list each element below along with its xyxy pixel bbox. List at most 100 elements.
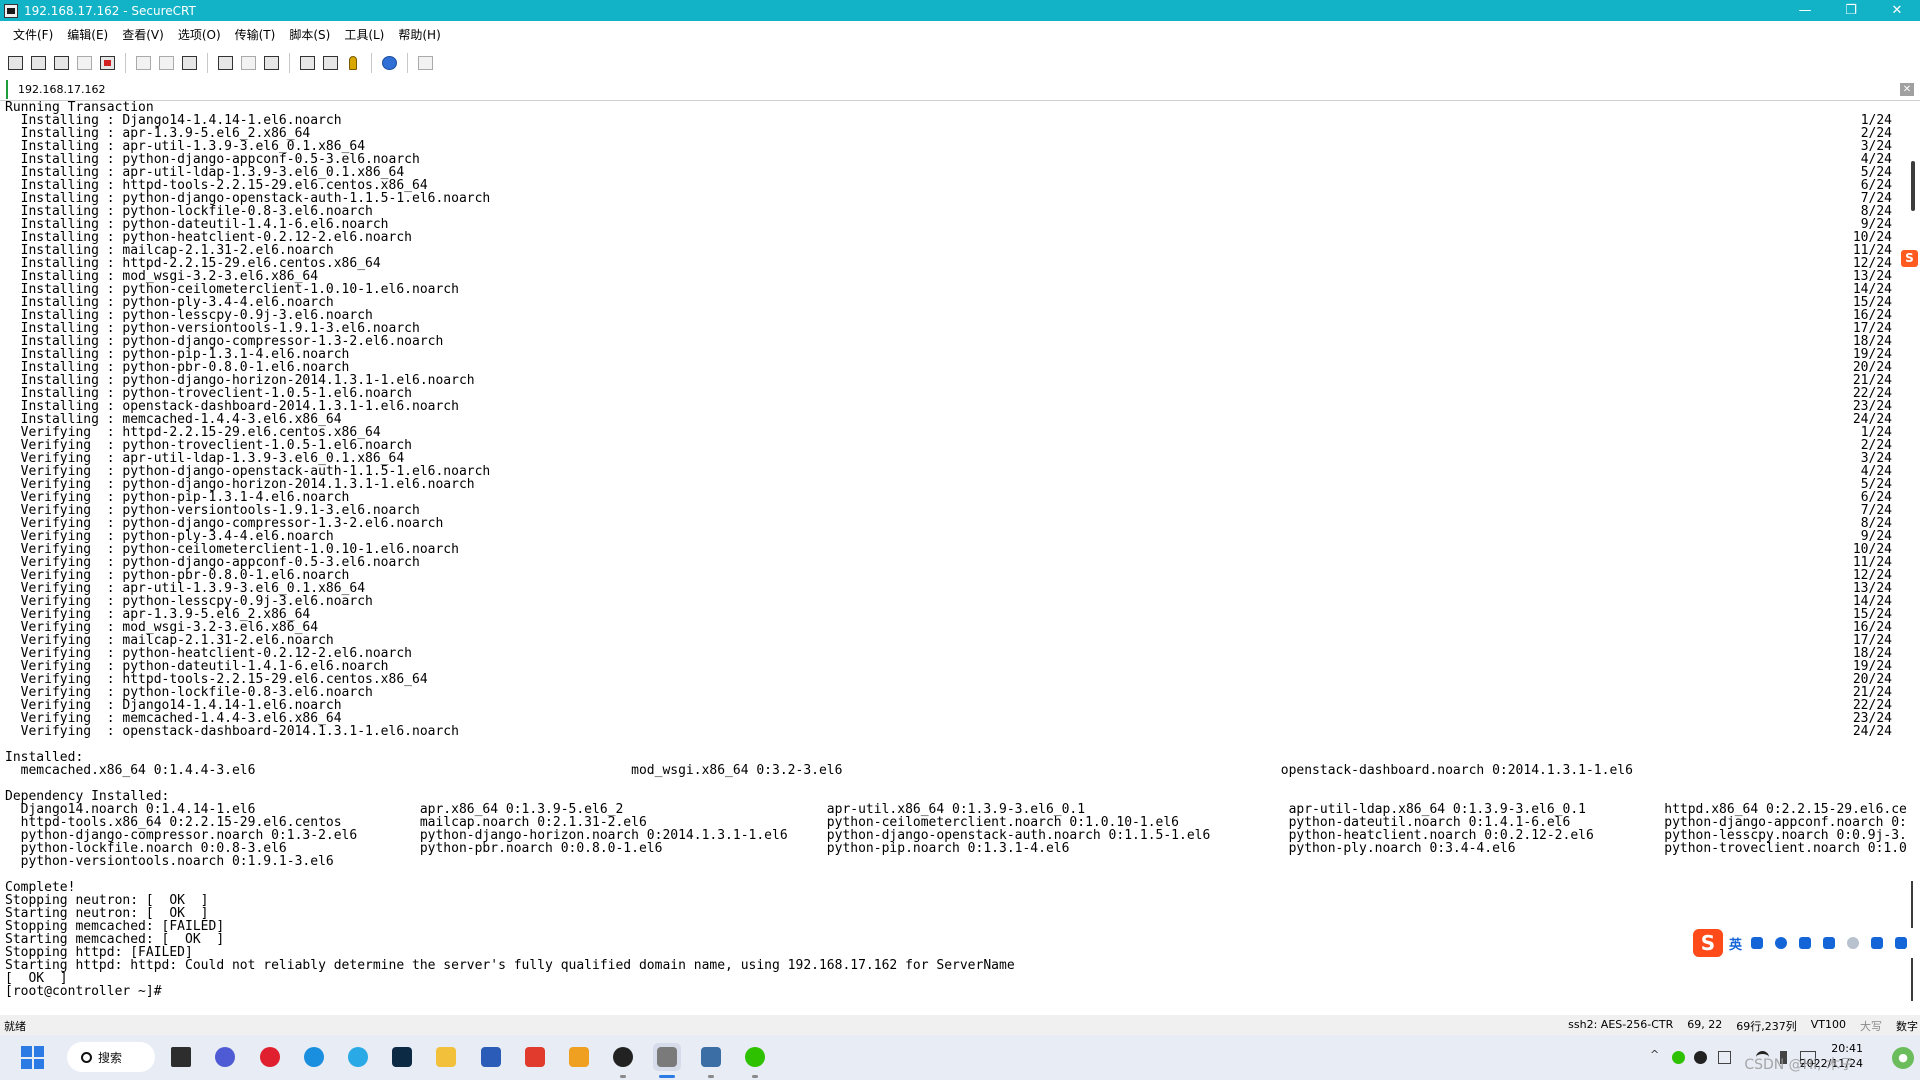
terminal-line: [ OK ] [5, 971, 68, 986]
session-tab[interactable]: 192.168.17.162 [6, 80, 113, 99]
user-icon[interactable] [1845, 936, 1860, 951]
disconnect-button[interactable] [96, 52, 118, 74]
sogou-icon: S [1901, 250, 1918, 267]
wechat-icon[interactable] [741, 1043, 769, 1071]
minimize-button[interactable]: — [1782, 0, 1828, 21]
terminal-line: python-versiontools.noarch 0:1.9.1-3.el6 [5, 854, 334, 869]
edge-browser-icon[interactable] [300, 1043, 328, 1071]
taskbar-search-label: 搜索 [98, 1050, 123, 1065]
ime-side-badge[interactable]: S [1901, 250, 1920, 290]
close-tab-icon[interactable]: ✕ [1900, 83, 1914, 96]
connect-button[interactable] [4, 52, 26, 74]
microphone-icon[interactable] [1797, 936, 1812, 951]
global-options-button[interactable] [319, 52, 341, 74]
csdn-watermark: CSDN @Hi, 木子 [1744, 1057, 1854, 1073]
system-tray: ^ 20:41 2022/11/24 CSDN @Hi, 木子 ● [1630, 1035, 1920, 1080]
find-button[interactable] [178, 52, 200, 74]
sogou-logo-icon[interactable]: S [1693, 929, 1723, 957]
toolbox-icon[interactable] [1893, 936, 1908, 951]
transaction-counter: 24/24 [1852, 724, 1892, 739]
qq-tray-icon[interactable] [1694, 1051, 1707, 1064]
remote-desktop-icon[interactable] [565, 1043, 593, 1071]
keyboard-tray-icon[interactable] [1718, 1051, 1731, 1064]
keyboard-icon[interactable] [1821, 936, 1836, 951]
copy-icon [135, 56, 151, 70]
securefx-icon[interactable] [697, 1043, 725, 1071]
netease-music-icon[interactable] [256, 1043, 284, 1071]
session-options-icon [299, 56, 315, 70]
menu-script[interactable]: 脚本(S) [282, 26, 337, 43]
toolbar [0, 48, 1920, 78]
terminal-line: Stopping memcached: [FAILED] [5, 919, 225, 934]
keymap-button[interactable] [342, 52, 364, 74]
windows-taskbar: 搜索 ^ 20:41 2022/11/24 CSDN @Hi, 木子 ● [0, 1035, 1920, 1080]
running-indicator [708, 1075, 714, 1078]
ime-language-toggle[interactable]: 英 [1729, 934, 1742, 953]
terminal-scrollbar[interactable] [1906, 101, 1920, 1015]
ie-browser-icon[interactable] [344, 1043, 372, 1071]
file-explorer-icon[interactable] [432, 1043, 460, 1071]
emoji-icon[interactable] [1773, 936, 1788, 951]
skin-icon[interactable] [1869, 936, 1884, 951]
toolbar-separator [407, 53, 408, 73]
vmware-icon[interactable] [609, 1043, 637, 1071]
help-icon [381, 56, 397, 70]
status-terminal-size: 69行,237列 [1736, 1020, 1797, 1033]
search-icon [81, 1051, 92, 1063]
connect-icon [7, 56, 23, 70]
status-ssh-cipher: ssh2: AES-256-CTR [1568, 1018, 1674, 1031]
terminal-text: Running Transaction Installing : Django1… [5, 101, 1906, 998]
menu-file[interactable]: 文件(F) [6, 26, 60, 43]
punctuation-icon[interactable] [1749, 936, 1764, 951]
scrollbar-thumb[interactable] [1911, 161, 1915, 211]
word-icon[interactable] [477, 1043, 505, 1071]
ime-toolbar: S 英 [1693, 928, 1920, 958]
terminal-line: Stopping neutron: [ OK ] [5, 893, 209, 908]
securecrt-taskbar-icon[interactable] [653, 1043, 681, 1071]
menu-help[interactable]: 帮助(H) [391, 26, 447, 43]
session-options-button[interactable] [296, 52, 318, 74]
notification-icon[interactable]: ● [1892, 1047, 1914, 1069]
wps-icon[interactable] [521, 1043, 549, 1071]
transaction-counters: 1/24 2/24 3/24 4/24 5/24 6/24 7/24 8/24 9/24 10/2… [1853, 101, 1892, 738]
title-bar: 192.168.17.162 - SecureCRT — ❐ ✕ [0, 0, 1920, 21]
task-view-icon[interactable] [167, 1043, 195, 1071]
windows-start-icon[interactable] [21, 1046, 44, 1069]
copy-button[interactable] [132, 52, 154, 74]
securecrt-app-icon[interactable] [4, 3, 18, 18]
maximize-button[interactable]: ❐ [1828, 0, 1874, 21]
printer-icon [217, 56, 233, 70]
terminal-line: Starting neutron: [ OK ] [5, 906, 209, 921]
quick-connect-icon [30, 56, 46, 70]
paste-button[interactable] [155, 52, 177, 74]
taskbar-search[interactable]: 搜索 [67, 1042, 155, 1072]
print-button[interactable] [214, 52, 236, 74]
print-selection-icon [240, 56, 256, 70]
photoshop-icon[interactable] [388, 1043, 416, 1071]
wechat-tray-icon[interactable] [1672, 1051, 1685, 1064]
toolbar-overflow-button[interactable] [414, 52, 436, 74]
active-indicator [659, 1075, 675, 1078]
menu-tools[interactable]: 工具(L) [337, 26, 391, 43]
meeting-app-icon[interactable] [211, 1043, 239, 1071]
connect-tab-button[interactable] [50, 52, 72, 74]
status-num-lock: 数字 [1896, 1020, 1918, 1033]
menu-transfer[interactable]: 传输(T) [228, 26, 283, 43]
status-ready: 就绪 [4, 1020, 26, 1033]
menu-view[interactable]: 查看(V) [115, 26, 171, 43]
menu-edit[interactable]: 编辑(E) [60, 26, 115, 43]
quick-connect-button[interactable] [27, 52, 49, 74]
toolbar-separator [289, 53, 290, 73]
reconnect-button[interactable] [73, 52, 95, 74]
menu-bar: 文件(F) 编辑(E) 查看(V) 选项(O) 传输(T) 脚本(S) 工具(L… [0, 21, 1920, 48]
menu-options[interactable]: 选项(O) [171, 26, 228, 43]
print-selection-button[interactable] [237, 52, 259, 74]
terminal-output[interactable]: Running Transaction Installing : Django1… [0, 101, 1906, 1015]
print-setup-button[interactable] [260, 52, 282, 74]
key-icon [349, 56, 357, 70]
help-button[interactable] [378, 52, 400, 74]
chevron-up-icon[interactable]: ^ [1650, 1048, 1663, 1061]
close-button[interactable]: ✕ [1874, 0, 1920, 21]
